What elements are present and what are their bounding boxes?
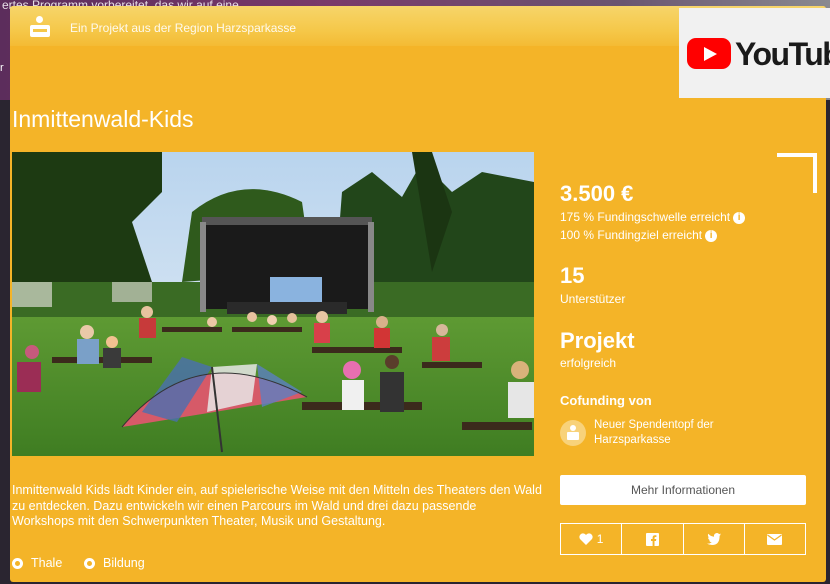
cofunding-heading: Cofunding von — [560, 393, 652, 408]
twitter-icon — [706, 533, 721, 545]
project-photo[interactable] — [12, 152, 534, 456]
project-description: Inmittenwald Kids lädt Kinder ein, auf s… — [12, 483, 542, 528]
info-icon[interactable]: i — [705, 229, 718, 242]
status-title: Projekt — [560, 328, 635, 353]
location-icon — [12, 558, 23, 570]
facebook-icon — [645, 532, 659, 546]
sparkasse-logo-icon — [30, 16, 50, 38]
twitter-share-button[interactable] — [684, 524, 745, 554]
like-button[interactable]: 1 — [561, 524, 623, 554]
region-label[interactable]: Ein Projekt aus der Region Harzsparkasse — [70, 21, 296, 35]
supporters-count: 15 — [560, 263, 585, 288]
funding-goal-label: 100 % Fundingziel erreicht — [560, 228, 703, 242]
facebook-share-button[interactable] — [622, 524, 684, 554]
category-icon — [84, 558, 95, 570]
email-share-button[interactable] — [745, 524, 805, 554]
more-info-button[interactable]: Mehr Informationen — [560, 475, 806, 505]
tag-location[interactable]: Thale — [12, 556, 62, 570]
youtube-play-icon — [687, 38, 731, 69]
funding-goal: 100 % Fundingziel erreicht i — [560, 228, 718, 242]
heart-icon — [579, 533, 593, 545]
youtube-logo[interactable]: YouTube — [679, 8, 830, 98]
supporters-label: Unterstützer — [560, 292, 626, 306]
tag-location-label: Thale — [31, 556, 63, 570]
corner-bracket-icon — [777, 153, 817, 193]
project-title: Inmittenwald-Kids — [12, 106, 194, 132]
youtube-label: YouTube — [735, 36, 830, 72]
background-side-text: r — [0, 62, 4, 74]
tag-category-label: Bildung — [103, 556, 145, 570]
cofunding-name[interactable]: Neuer Spendentopf der Harzsparkasse — [594, 418, 754, 448]
mail-icon — [767, 533, 783, 545]
status-value: erfolgreich — [560, 356, 617, 370]
funding-threshold-label: 175 % Fundingschwelle erreicht — [560, 210, 731, 224]
tag-category[interactable]: Bildung — [84, 556, 145, 570]
info-icon[interactable]: i — [733, 211, 746, 224]
like-count: 1 — [596, 532, 604, 546]
funding-threshold: 175 % Fundingschwelle erreicht i — [560, 210, 746, 224]
funding-amount: 3.500 € — [560, 181, 634, 206]
sparkasse-icon — [560, 420, 586, 446]
share-bar: 1 — [560, 523, 806, 555]
